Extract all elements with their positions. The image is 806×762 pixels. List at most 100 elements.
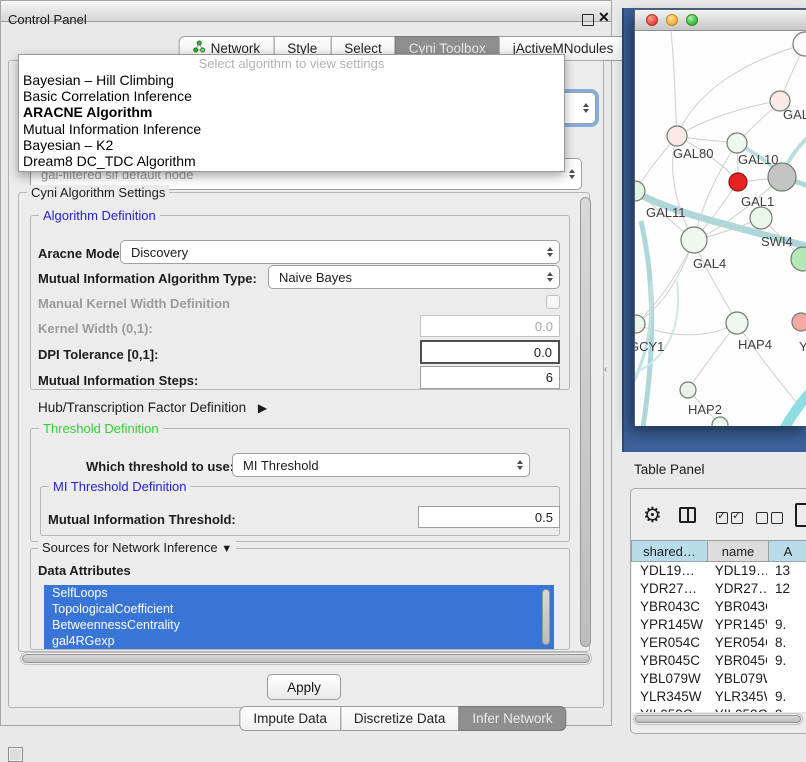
aracne-mode-combo[interactable]: Discovery (120, 240, 560, 264)
table-cell[interactable]: YBL079W (707, 670, 767, 688)
table-cell[interactable]: 8. (767, 634, 806, 652)
table-cell[interactable]: 9. (767, 688, 806, 706)
table-row[interactable]: YIL052CYIL052C9. (632, 706, 806, 712)
network-canvas[interactable]: GALGAL80GAL10GAL1GAL11SWI4GAL4GCY1HAP4YH… (635, 31, 806, 426)
node-gal80[interactable] (667, 126, 687, 146)
sources-group-title[interactable]: Sources for Network Inference ▼ (38, 540, 236, 555)
settings-vertical-scrollbar[interactable] (580, 197, 591, 647)
table-cell[interactable]: 9. (767, 706, 806, 712)
kernel-width-input[interactable]: 0.0 (420, 315, 560, 337)
mi-type-combo[interactable]: Naive Bayes (268, 265, 560, 289)
table-cell[interactable]: YDR27… (707, 580, 767, 598)
minimize-light[interactable] (666, 14, 678, 26)
attribute-item-gal4rgexp[interactable]: gal4RGexp (44, 633, 554, 649)
table-cell[interactable]: YPR145W (707, 616, 767, 634)
dock-panel-icon[interactable] (8, 747, 23, 762)
horizontal-scrollbar-thumb[interactable] (22, 654, 590, 663)
table-cell[interactable] (767, 598, 806, 616)
mi-steps-input[interactable]: 6 (420, 366, 560, 389)
attributes-list-scrollbar[interactable] (542, 589, 550, 645)
data-attributes-list[interactable]: SelfLoopsTopologicalCoefficientBetweenne… (44, 585, 554, 649)
which-threshold-combo[interactable]: MI Threshold (232, 453, 530, 477)
node-gal10[interactable] (727, 133, 747, 153)
node-label-gal4: GAL4 (693, 256, 726, 271)
node-swi4[interactable] (791, 247, 806, 271)
table-cell[interactable]: YIL052C (632, 706, 707, 712)
table-cell[interactable]: 13 (767, 562, 806, 580)
column-header-a[interactable]: A (768, 540, 806, 562)
node-gcy1[interactable] (635, 315, 645, 333)
attribute-item-selfloops[interactable]: SelfLoops (44, 585, 554, 601)
table-row[interactable]: YDL19…YDL19…13 (632, 562, 806, 580)
attribute-item-topologicalcoefficient[interactable]: TopologicalCoefficient (44, 601, 554, 617)
column-header-name[interactable]: name (707, 540, 769, 562)
table-cell[interactable]: YER054C (632, 634, 707, 652)
node-gray[interactable] (768, 163, 796, 191)
node-salmon[interactable] (792, 313, 806, 331)
table-cell[interactable]: YER054C (707, 634, 767, 652)
close-icon[interactable]: ✕ (598, 9, 610, 26)
node-hap4[interactable] (726, 312, 748, 334)
zoom-light[interactable] (686, 14, 698, 26)
algorithm-option-bayesian-k2[interactable]: Bayesian – K2 (19, 137, 564, 153)
table-cell[interactable]: YLR345W (632, 688, 707, 706)
node-gal1[interactable] (750, 207, 772, 229)
table-cell[interactable]: YBR043C (632, 598, 707, 616)
dpi-tolerance-input[interactable]: 0.0 (420, 340, 560, 364)
manual-kernel-checkbox[interactable] (546, 295, 560, 309)
hub-definition-toggle[interactable]: Hub/Transcription Factor Definition ▶ (38, 400, 267, 415)
table-scrollbar-thumb[interactable] (635, 715, 801, 723)
table-cell[interactable]: YBR043C (707, 598, 767, 616)
select-all-icon[interactable] (716, 512, 743, 524)
mi-threshold-input[interactable]: 0.5 (418, 506, 560, 528)
float-window-icon[interactable] (582, 14, 594, 26)
settings-horizontal-scrollbar[interactable] (20, 652, 592, 665)
node-top-right[interactable] (793, 32, 806, 56)
table-row[interactable]: YER054CYER054C8. (632, 634, 806, 652)
kernel-width-value: 0.0 (535, 319, 553, 334)
tab-discretize-data[interactable]: Discretize Data (340, 706, 460, 731)
table-cell[interactable]: YDL19… (632, 562, 707, 580)
algorithm-option-mutual-information-inference[interactable]: Mutual Information Inference (19, 121, 564, 137)
table-row[interactable]: YBR043CYBR043C (632, 598, 806, 616)
table-row[interactable]: YPR145WYPR145W9. (632, 616, 806, 634)
export-table-icon[interactable] (795, 503, 806, 527)
node-gal4[interactable] (681, 227, 707, 253)
table-cell[interactable]: YBR045C (632, 652, 707, 670)
table-cell[interactable] (767, 670, 806, 688)
table-row[interactable]: YLR345WYLR345W9. (632, 688, 806, 706)
node-hap2[interactable] (680, 382, 696, 398)
table-cell[interactable]: YBL079W (632, 670, 707, 688)
table-cell[interactable]: 12 (767, 580, 806, 598)
algorithm-option-dream8-dc-tdc-algorithm[interactable]: Dream8 DC_TDC Algorithm (19, 153, 564, 169)
network-window-titlebar[interactable] (635, 10, 806, 31)
deselect-all-icon[interactable] (756, 512, 783, 524)
table-cell[interactable]: 9. (767, 652, 806, 670)
gear-icon[interactable]: ⚙ (643, 503, 662, 528)
algorithm-option-bayesian-hill-climbing[interactable]: Bayesian – Hill Climbing (19, 72, 564, 88)
table-cell[interactable]: YPR145W (632, 616, 707, 634)
close-light[interactable] (646, 14, 658, 26)
panel-divider-handle[interactable]: ‹ (604, 364, 607, 375)
table-row[interactable]: YDR27…YDR27…12 (632, 580, 806, 598)
table-cell[interactable]: YIL052C (707, 706, 767, 712)
algorithm-option-basic-correlation-inference[interactable]: Basic Correlation Inference (19, 88, 564, 104)
table-horizontal-scrollbar[interactable] (633, 713, 803, 725)
attribute-item-betweennesscentrality[interactable]: BetweennessCentrality (44, 617, 554, 633)
column-header-shared[interactable]: shared… (631, 540, 708, 562)
table-row[interactable]: YBL079WYBL079W (632, 670, 806, 688)
apply-button[interactable]: Apply (267, 674, 341, 700)
table-cell[interactable]: YDR27… (632, 580, 707, 598)
algorithm-option-aracne-algorithm[interactable]: ARACNE Algorithm (19, 104, 564, 120)
table-cell[interactable]: YBR045C (707, 652, 767, 670)
table-row[interactable]: YBR045CYBR045C9. (632, 652, 806, 670)
combo-arrows-icon (547, 272, 553, 282)
control-panel-titlebar[interactable] (0, 0, 612, 22)
table-cell[interactable]: YLR345W (707, 688, 767, 706)
table-cell[interactable]: YDL19… (707, 562, 767, 580)
columns-icon[interactable] (679, 507, 696, 523)
tab-infer-network[interactable]: Infer Network (458, 706, 566, 731)
tab-impute-data[interactable]: Impute Data (239, 706, 341, 731)
node-red[interactable] (729, 173, 747, 191)
table-cell[interactable]: 9. (767, 616, 806, 634)
